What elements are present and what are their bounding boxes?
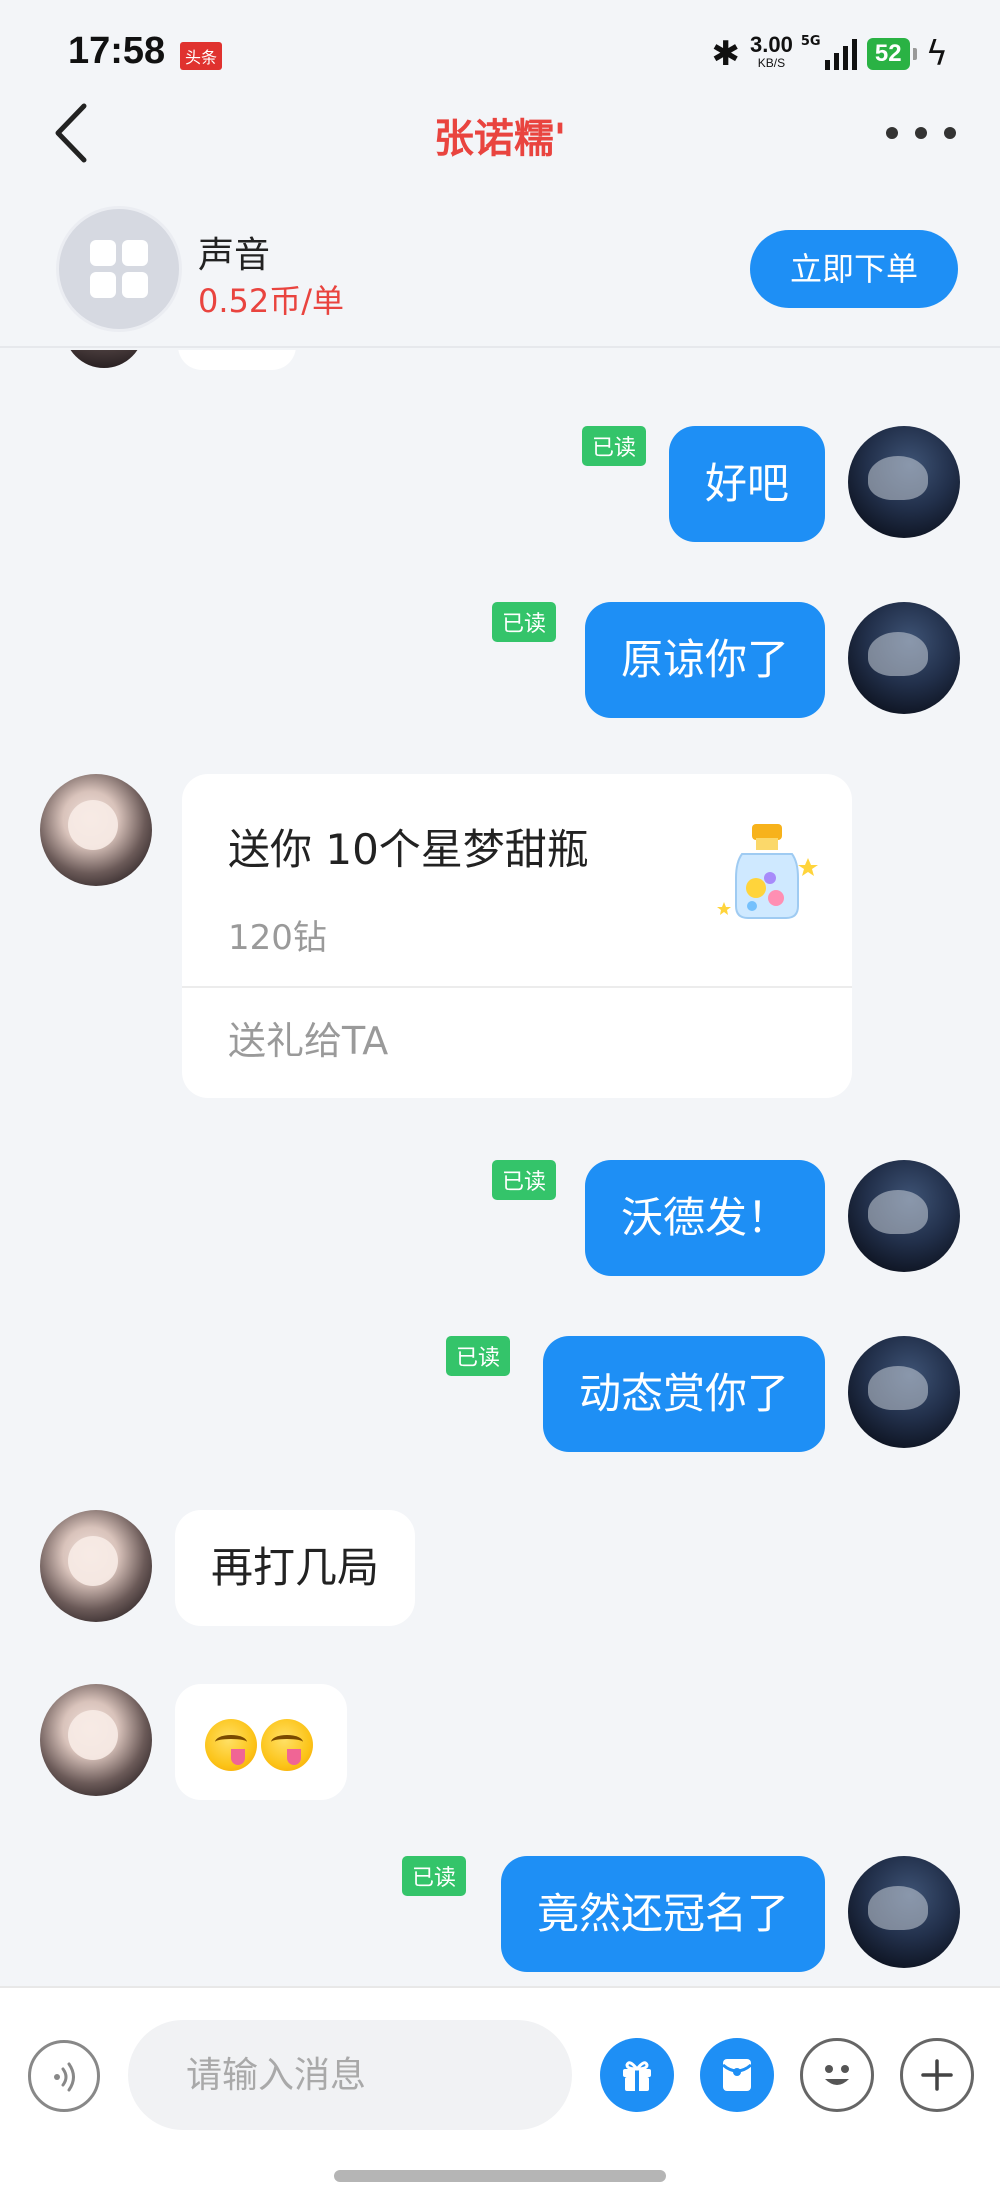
page-title: 张诺糯'	[433, 116, 567, 162]
gift-price: 120钻	[228, 918, 327, 958]
yum-face-icon	[205, 1718, 257, 1771]
service-order-bar: 声音 0.52币/单 立即下单	[0, 196, 1000, 348]
battery-icon: 52	[866, 38, 917, 70]
more-options-button[interactable]	[886, 118, 956, 148]
gift-title: 送你 10个星梦甜瓶	[228, 825, 589, 874]
news-app-badge: 头条	[180, 42, 223, 70]
voice-input-button[interactable]	[28, 2040, 100, 2112]
avatar-partner[interactable]	[40, 1684, 152, 1796]
avatar-partner[interactable]	[40, 774, 152, 886]
dot-icon	[915, 127, 927, 139]
avatar-self[interactable]	[848, 1856, 960, 1968]
read-badge: 已读	[582, 426, 647, 466]
message-input-bar	[0, 1986, 1000, 2200]
read-badge: 已读	[492, 1160, 557, 1200]
emoji-button[interactable]	[800, 2038, 874, 2112]
yum-face-icon	[261, 1718, 313, 1771]
gift-button[interactable]	[600, 2038, 674, 2112]
message-bubble-sent[interactable]: 动态赏你了	[542, 1336, 825, 1452]
status-icons: ✱ 3.00 KB/S 5G 52 ϟ	[712, 32, 948, 76]
avatar-self[interactable]	[848, 1336, 960, 1448]
network-speed: 3.00 KB/S	[750, 34, 793, 72]
dot-icon	[944, 127, 956, 139]
send-gift-link[interactable]: 送礼给TA	[228, 1010, 388, 1065]
service-avatar	[56, 206, 182, 332]
message-bubble-received[interactable]: 再打几局	[175, 1510, 416, 1626]
avatar-self[interactable]	[848, 426, 960, 538]
gift-card[interactable]: 送你 10个星梦甜瓶 120钻 送礼给TA	[182, 774, 852, 1098]
chat-header: 张诺糯'	[0, 90, 1000, 190]
smiley-icon	[825, 2065, 849, 2085]
avatar-self[interactable]	[848, 1160, 960, 1272]
status-time: 17:58	[68, 30, 166, 72]
status-bar: 17:58 头条 ✱ 3.00 KB/S 5G 52 ϟ	[0, 0, 1000, 100]
message-bubble-sent[interactable]: 好吧	[668, 426, 825, 542]
message-list[interactable]: 已读 好吧 已读 原谅你了 送你 10个星梦甜瓶 120钻 送礼给TA 已读 沃…	[0, 350, 1000, 1986]
service-name: 声音	[198, 235, 271, 276]
message-bubble-sent[interactable]: 竟然还冠名了	[500, 1856, 825, 1972]
more-actions-button[interactable]	[900, 2038, 974, 2112]
avatar-partner[interactable]	[64, 350, 144, 368]
cellular-signal-icon: 5G	[801, 34, 857, 70]
order-now-button[interactable]: 立即下单	[750, 230, 958, 308]
read-badge: 已读	[402, 1856, 467, 1896]
message-bubble-sent[interactable]: 沃德发！	[584, 1160, 825, 1276]
voice-icon	[54, 2062, 75, 2092]
gift-icon	[623, 2061, 651, 2091]
message-input[interactable]	[128, 2020, 572, 2130]
grid-icon	[90, 240, 148, 298]
message-bubble-received[interactable]	[175, 1684, 347, 1800]
message-bubble-sent[interactable]: 原谅你了	[584, 602, 825, 718]
message-bubble-partial	[178, 350, 296, 370]
dot-icon	[886, 127, 898, 139]
read-badge: 已读	[492, 602, 557, 642]
network-type: 5G	[800, 34, 821, 49]
service-price: 0.52币/单	[198, 282, 345, 320]
divider	[182, 986, 852, 988]
avatar-partner[interactable]	[40, 1510, 152, 1622]
red-packet-icon	[722, 2059, 752, 2091]
gift-bottle-icon	[717, 824, 818, 919]
home-indicator[interactable]	[334, 2170, 666, 2182]
plus-icon	[921, 2059, 953, 2091]
red-packet-button[interactable]	[700, 2038, 774, 2112]
charging-icon: ϟ	[925, 34, 948, 74]
bluetooth-icon: ✱	[711, 34, 741, 74]
read-badge: 已读	[446, 1336, 511, 1376]
avatar-self[interactable]	[848, 602, 960, 714]
